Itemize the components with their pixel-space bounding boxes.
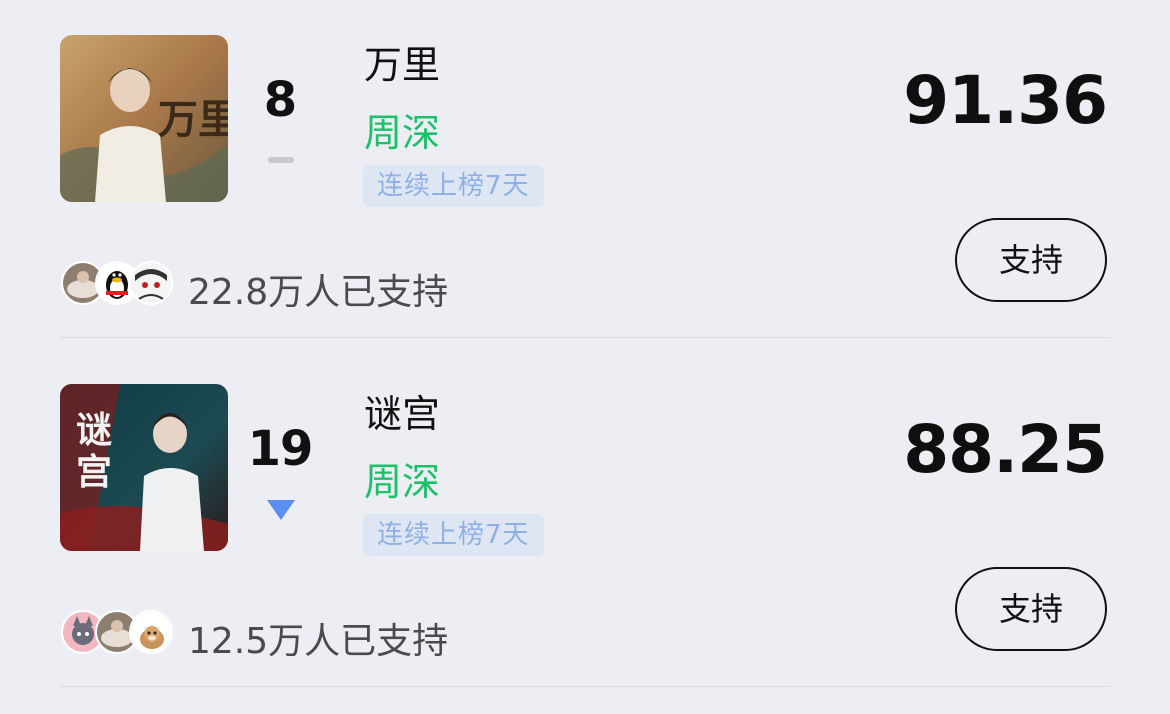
score-value: 88.25: [903, 411, 1108, 488]
rank-number: 19: [247, 421, 314, 477]
streak-badge: 连续上榜7天: [363, 165, 544, 207]
trend-flat-icon: [268, 157, 294, 163]
artist-name[interactable]: 周深: [364, 451, 440, 506]
album-cover-image[interactable]: 谜 宫: [60, 384, 228, 551]
svg-text:谜: 谜: [76, 409, 112, 451]
supporter-count: 22.8万人已支持: [188, 272, 449, 313]
supporter-avatars: [61, 610, 177, 654]
support-button[interactable]: 支持: [955, 567, 1107, 651]
album-cover-image[interactable]: 万里: [60, 35, 228, 202]
avatar: [129, 610, 173, 654]
avatar: [129, 261, 173, 305]
svg-text:宫: 宫: [76, 451, 112, 493]
supporter-count: 12.5万人已支持: [188, 621, 449, 662]
artist-name[interactable]: 周深: [364, 102, 440, 157]
score-value: 91.36: [903, 62, 1108, 139]
trend-down-icon: [267, 500, 295, 520]
divider: [60, 337, 1110, 338]
divider: [60, 686, 1110, 687]
chart-entry[interactable]: 万里 8 万里 周深 连续上榜7天 91.36 支持 22.8万人已支持: [0, 0, 1170, 349]
song-title[interactable]: 万里: [364, 34, 440, 89]
song-title[interactable]: 谜宫: [364, 383, 440, 438]
support-button[interactable]: 支持: [955, 218, 1107, 302]
svg-text:万里: 万里: [158, 96, 228, 143]
streak-badge: 连续上榜7天: [363, 514, 544, 556]
chart-entry[interactable]: 谜 宫 19 谜宫 周深 连续上榜7天 88.25 支持 12.5万人已支持: [0, 349, 1170, 698]
rank-number: 8: [263, 72, 297, 128]
supporter-avatars: [61, 261, 177, 305]
